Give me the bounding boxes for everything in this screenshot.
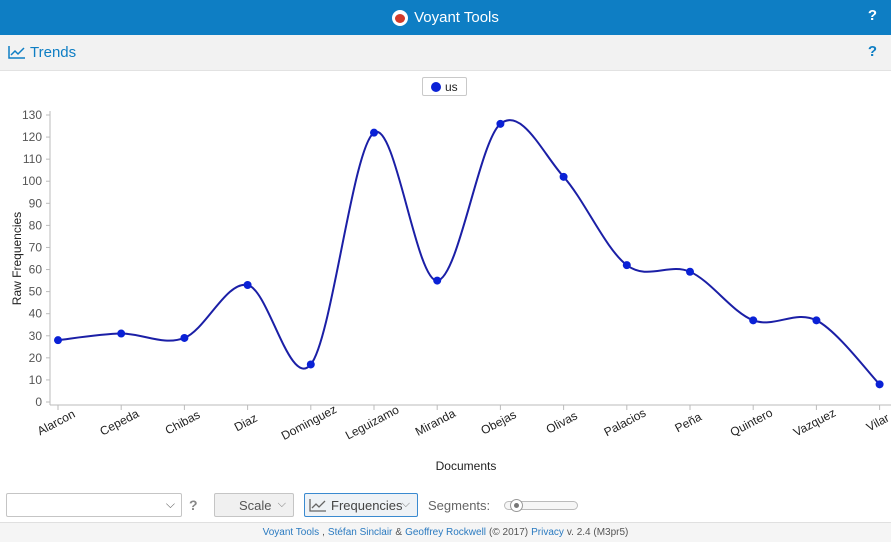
y-tick-label: 50 xyxy=(29,285,43,299)
frequencies-label: Frequencies xyxy=(331,497,403,513)
y-tick-label: 70 xyxy=(29,240,43,254)
scale-button[interactable]: Scale ⌵ xyxy=(214,493,294,517)
chevron-down-icon: ⌵ xyxy=(277,498,286,510)
data-point-cepeda xyxy=(117,329,126,338)
data-point-alarcon xyxy=(54,336,62,345)
footer-separator: , xyxy=(322,527,325,538)
app-title: Voyant Tools xyxy=(414,9,499,26)
panel-title: Trends xyxy=(30,44,77,61)
data-point-chibas xyxy=(180,333,189,342)
y-tick-label: 100 xyxy=(22,174,42,188)
chart-legend[interactable]: us xyxy=(422,77,467,96)
x-tick-label: Dominguez xyxy=(279,402,339,443)
data-point-peña xyxy=(686,267,694,276)
x-tick-label: Diaz xyxy=(232,411,260,435)
y-tick-label: 130 xyxy=(22,108,42,122)
x-tick-label: Vazquez xyxy=(791,406,838,440)
data-point-obejas xyxy=(496,119,505,128)
data-point-quintero xyxy=(749,316,758,325)
data-point-palacios xyxy=(622,261,631,270)
bottom-toolbar: ⌵ ? Scale ⌵ Frequencies ⌵ Segments: xyxy=(0,488,891,522)
series-line-us xyxy=(57,119,881,386)
search-help-icon[interactable]: ? xyxy=(189,497,198,513)
data-point-diaz xyxy=(243,280,252,289)
y-tick-label: 30 xyxy=(29,329,43,343)
panel-header: Trends ? xyxy=(0,35,891,71)
y-tick-label: 90 xyxy=(29,196,43,210)
scale-label: Scale xyxy=(239,497,272,513)
footer-copyright: (© 2017) xyxy=(489,527,529,538)
y-tick-label: 10 xyxy=(29,373,43,387)
x-tick-label: Quintero xyxy=(728,405,775,439)
footer: Voyant Tools , Stéfan Sinclair & Geoffre… xyxy=(0,522,891,542)
x-tick-label: Vilar xyxy=(864,411,891,435)
search-input[interactable]: ⌵ xyxy=(6,493,182,517)
frequencies-button[interactable]: Frequencies ⌵ xyxy=(304,493,418,517)
data-point-dominguez xyxy=(306,360,315,369)
y-tick-label: 80 xyxy=(29,218,43,232)
app-header: Voyant Tools ? xyxy=(0,0,891,35)
data-point-vazquez xyxy=(812,316,821,325)
x-tick-label: Leguizamo xyxy=(343,402,402,442)
footer-version: v. 2.4 (M3pr5) xyxy=(566,527,629,538)
legend-series-label: us xyxy=(445,79,458,94)
x-tick-label: Olivas xyxy=(544,408,580,436)
footer-privacy-link[interactable]: Privacy xyxy=(531,527,564,538)
segments-slider[interactable] xyxy=(504,499,578,512)
x-tick-label: Miranda xyxy=(413,406,458,439)
y-tick-label: 20 xyxy=(29,351,43,365)
y-tick-label: 60 xyxy=(29,263,43,277)
voyant-logo-icon xyxy=(392,9,409,26)
footer-author2-link[interactable]: Geoffrey Rockwell xyxy=(405,527,486,538)
footer-voyant-link[interactable]: Voyant Tools xyxy=(263,527,320,538)
data-point-olivas xyxy=(559,172,568,181)
x-tick-label: Alarcon xyxy=(35,407,77,438)
footer-ampersand: & xyxy=(395,527,403,538)
line-chart-icon xyxy=(309,499,326,512)
y-axis-title: Raw Frequencies xyxy=(10,212,24,305)
app-help-button[interactable]: ? xyxy=(868,7,877,24)
y-tick-label: 110 xyxy=(23,152,42,166)
y-tick-label: 120 xyxy=(22,130,42,144)
segments-label: Segments: xyxy=(428,498,491,513)
chevron-down-icon[interactable]: ⌵ xyxy=(166,497,175,512)
panel-help-button[interactable]: ? xyxy=(868,43,877,60)
y-tick-label: 40 xyxy=(29,307,43,321)
slider-handle[interactable] xyxy=(509,499,523,512)
x-tick-label: Peña xyxy=(672,410,704,436)
x-tick-label: Cepeda xyxy=(97,406,141,438)
x-tick-label: Chibas xyxy=(163,408,203,438)
x-tick-label: Obejas xyxy=(478,407,518,437)
footer-author1-link[interactable]: Stéfan Sinclair xyxy=(328,527,392,538)
data-point-leguizamo xyxy=(370,128,378,137)
x-tick-label: Palacios xyxy=(602,406,649,440)
trends-chart: 0 10 20 30 40 50 60 70 80 90 100 110 120 130 Alarcon Ce… xyxy=(10,108,891,473)
trends-icon xyxy=(8,46,25,59)
x-axis-title: Documents xyxy=(436,459,497,473)
legend-marker xyxy=(431,81,441,92)
data-point-vilar xyxy=(875,380,884,389)
y-tick-label: 0 xyxy=(35,395,42,409)
data-point-miranda xyxy=(433,276,442,285)
chevron-down-icon: ⌵ xyxy=(401,498,410,510)
